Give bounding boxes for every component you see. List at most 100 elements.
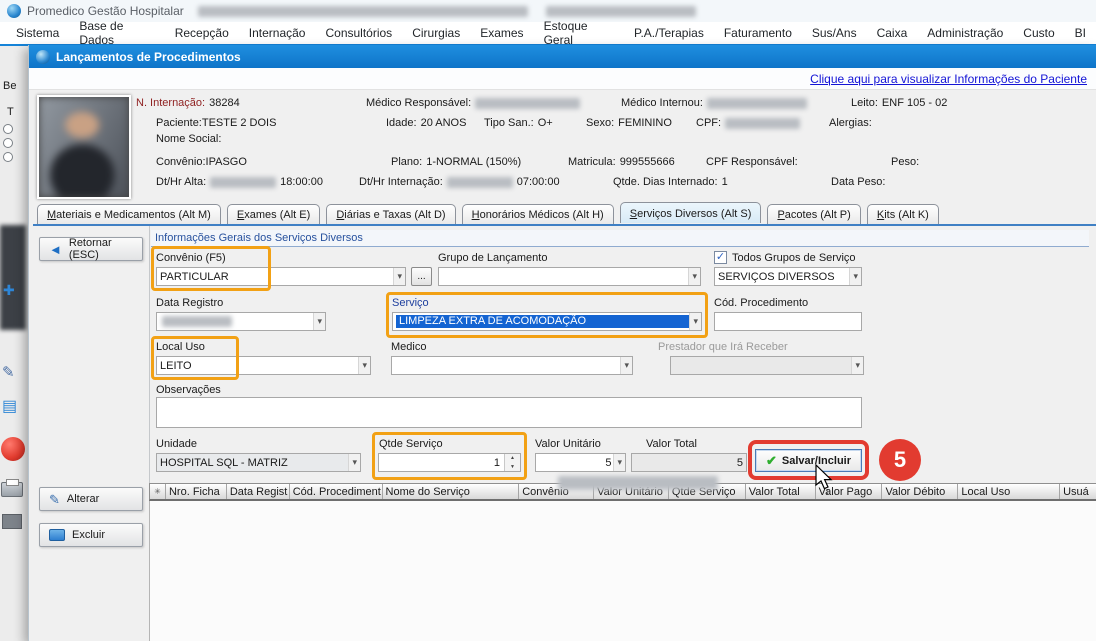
unidade-combobox[interactable]: HOSPITAL SQL - MATRIZ bbox=[156, 453, 361, 472]
matricula-field: Matricula: 999555666 bbox=[568, 156, 675, 168]
matricula-label: Matricula: bbox=[568, 156, 616, 168]
grid-col-local-uso[interactable]: Local Uso bbox=[958, 484, 1060, 499]
patient-info-link[interactable]: Clique aqui para visualizar Informações … bbox=[810, 72, 1087, 86]
content-top-line bbox=[33, 224, 1096, 226]
alergias-field: Alergias: bbox=[829, 117, 872, 129]
browse-button[interactable]: ... bbox=[411, 267, 432, 286]
sexo-field: Sexo: FEMININO bbox=[586, 117, 672, 129]
grid-col-data-regist[interactable]: Data Regist bbox=[227, 484, 290, 499]
strip-small-icon[interactable] bbox=[2, 514, 22, 529]
menu-administracao[interactable]: Administração bbox=[917, 23, 1013, 43]
link-row: Clique aqui para visualizar Informações … bbox=[29, 68, 1096, 90]
alterar-label: Alterar bbox=[67, 493, 99, 505]
pencil-icon[interactable]: ✎ bbox=[2, 363, 15, 381]
qtde-servico-spinner[interactable]: 1 ▲ ▼ bbox=[378, 453, 521, 472]
salvar-incluir-button[interactable]: ✔ Salvar/Incluir bbox=[755, 449, 862, 472]
convenio-combobox[interactable]: PARTICULAR bbox=[156, 267, 406, 286]
grupo-servico-combobox[interactable]: SERVIÇOS DIVERSOS bbox=[714, 267, 862, 286]
redacted-grid-patch bbox=[558, 476, 718, 490]
valor-unitario-label: Valor Unitário bbox=[535, 438, 601, 450]
convenio-label: Convênio: bbox=[156, 156, 206, 168]
tab-kits[interactable]: Kits (Alt K) bbox=[867, 204, 939, 224]
spin-up-icon[interactable]: ▲ bbox=[505, 454, 520, 463]
valor-unitario-combobox[interactable]: 5 bbox=[535, 453, 626, 472]
qtde-dias-value: 1 bbox=[722, 176, 728, 188]
grid-body[interactable] bbox=[149, 501, 1096, 641]
menu-sistema[interactable]: Sistema bbox=[6, 23, 69, 43]
paciente-field: Paciente: TESTE 2 DOIS bbox=[156, 117, 276, 129]
grid-col-valor-debito[interactable]: Valor Débito bbox=[882, 484, 958, 499]
window-logo-icon bbox=[36, 50, 50, 64]
grid-col-nome-servico[interactable]: Nome do Serviço bbox=[383, 484, 520, 499]
excluir-button[interactable]: Excluir bbox=[39, 523, 143, 547]
todos-grupos-label: Todos Grupos de Serviço bbox=[732, 252, 856, 264]
grupo-servico-combobox-value: SERVIÇOS DIVERSOS bbox=[718, 271, 849, 283]
grupo-lancamento-combobox[interactable] bbox=[438, 267, 701, 286]
observacoes-label: Observações bbox=[156, 384, 221, 396]
cpf-responsavel-label: CPF Responsável: bbox=[706, 156, 798, 168]
valor-unitario-value: 5 bbox=[539, 457, 613, 469]
redacted-medico-internou bbox=[707, 98, 807, 109]
unidade-label: Unidade bbox=[156, 438, 197, 450]
peso-label: Peso: bbox=[891, 156, 919, 168]
menu-custo[interactable]: Custo bbox=[1013, 23, 1064, 43]
tab-diarias-taxas[interactable]: Diárias e Taxas (Alt D) bbox=[326, 204, 455, 224]
radio-button-2[interactable] bbox=[3, 138, 13, 148]
qtde-dias-label: Qtde. Dias Internado: bbox=[613, 176, 718, 188]
data-registro-combobox[interactable] bbox=[156, 312, 326, 331]
tab-servicos-diversos[interactable]: Serviços Diversos (Alt S) bbox=[620, 202, 762, 223]
radio-button-3[interactable] bbox=[3, 152, 13, 162]
menu-pa-terapias[interactable]: P.A./Terapias bbox=[624, 23, 714, 43]
sexo-label: Sexo: bbox=[586, 117, 614, 129]
window-titlebar: Lançamentos de Procedimentos bbox=[29, 45, 1096, 68]
delete-box-icon bbox=[49, 529, 65, 541]
tab-honorarios-medicos[interactable]: Honorários Médicos (Alt H) bbox=[462, 204, 614, 224]
valor-total-field: 5 bbox=[631, 453, 747, 472]
red-circle-icon[interactable] bbox=[1, 437, 25, 461]
pencil-icon: ✎ bbox=[49, 493, 60, 506]
dthr-internacao-time: 07:00:00 bbox=[517, 176, 560, 188]
data-registro-label: Data Registro bbox=[156, 297, 223, 309]
menu-faturamento[interactable]: Faturamento bbox=[714, 23, 802, 43]
grid-indicator-icon: ✳ bbox=[150, 484, 166, 499]
grid-col-nro-ficha[interactable]: Nro. Ficha bbox=[166, 484, 227, 499]
redacted-medico-responsavel bbox=[475, 98, 580, 109]
grid-col-valor-total[interactable]: Valor Total bbox=[746, 484, 816, 499]
observacoes-textarea[interactable] bbox=[156, 397, 862, 428]
list-icon[interactable]: ▤ bbox=[2, 396, 17, 416]
plus-icon[interactable]: ✚ bbox=[3, 282, 15, 299]
data-peso-field: Data Peso: bbox=[831, 176, 885, 188]
grid-col-usuario[interactable]: Usuá bbox=[1060, 484, 1096, 499]
nome-social-field: Nome Social: bbox=[156, 133, 221, 145]
plano-value: 1-NORMAL (150%) bbox=[426, 156, 521, 168]
patient-photo bbox=[37, 95, 131, 199]
spin-down-icon[interactable]: ▼ bbox=[505, 463, 520, 472]
paciente-label: Paciente: bbox=[156, 117, 202, 129]
printer-icon[interactable] bbox=[1, 482, 23, 497]
window-title: Lançamentos de Procedimentos bbox=[56, 50, 241, 64]
grid-col-valor-pago[interactable]: Valor Pago bbox=[816, 484, 883, 499]
menu-recepcao[interactable]: Recepção bbox=[165, 23, 239, 43]
local-uso-combobox[interactable]: LEITO bbox=[156, 356, 371, 375]
menu-sus-ans[interactable]: Sus/Ans bbox=[802, 23, 867, 43]
tab-exames[interactable]: Exames (Alt E) bbox=[227, 204, 320, 224]
menu-bi[interactable]: BI bbox=[1065, 23, 1096, 43]
tab-pacotes[interactable]: Pacotes (Alt P) bbox=[767, 204, 860, 224]
retornar-button[interactable]: ◄ Retornar (ESC) bbox=[39, 237, 143, 261]
medico-combobox[interactable] bbox=[391, 356, 633, 375]
radio-button-1[interactable] bbox=[3, 124, 13, 134]
servico-combobox[interactable]: LIMPEZA EXTRA DE ACOMODAÇÃO bbox=[392, 312, 702, 331]
tab-materiais-medicamentos[interactable]: Materiais e Medicamentos (Alt M) bbox=[37, 204, 221, 224]
todos-grupos-checkbox[interactable]: ✓ bbox=[714, 251, 727, 264]
alterar-button[interactable]: ✎ Alterar bbox=[39, 487, 143, 511]
cod-procedimento-input[interactable] bbox=[714, 312, 862, 331]
local-uso-label: Local Uso bbox=[156, 341, 205, 353]
menu-cirurgias[interactable]: Cirurgias bbox=[402, 23, 470, 43]
menu-caixa[interactable]: Caixa bbox=[867, 23, 918, 43]
menu-internacao[interactable]: Internação bbox=[239, 23, 316, 43]
prestador-label: Prestador que Irá Receber bbox=[658, 341, 788, 353]
menu-exames[interactable]: Exames bbox=[470, 23, 533, 43]
grid-col-cod-procediment[interactable]: Cód. Procediment bbox=[290, 484, 383, 499]
menu-consultorios[interactable]: Consultórios bbox=[315, 23, 402, 43]
n-internacao-label: N. Internação: bbox=[136, 97, 205, 109]
